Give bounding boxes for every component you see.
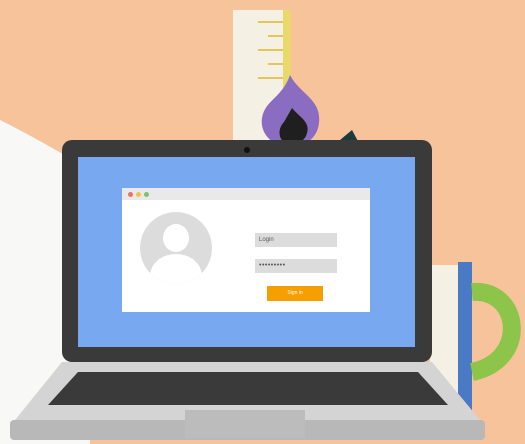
window-titlebar [122,188,370,200]
window-maximize-dot[interactable] [144,192,149,197]
password-input[interactable]: ••••••••• [255,259,337,273]
login-input[interactable]: Login [255,233,337,247]
sign-in-button[interactable]: Sign in [267,286,323,301]
webcam-icon [244,147,250,153]
keyboard-area [48,372,448,405]
login-window: Login ••••••••• Sign in [122,188,370,312]
trackpad [185,410,305,438]
window-close-dot[interactable] [128,192,133,197]
user-avatar-icon [140,212,212,284]
window-minimize-dot[interactable] [136,192,141,197]
